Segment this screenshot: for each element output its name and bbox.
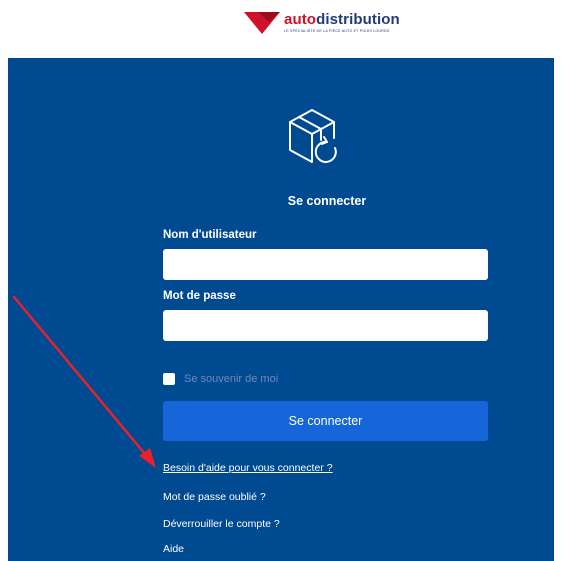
forgot-password-link[interactable]: Mot de passe oublié ? (163, 491, 266, 503)
remember-label: Se souvenir de moi (184, 373, 279, 385)
password-label: Mot de passe (163, 290, 236, 302)
header: autodistribution LE SPÉCIALISTE DE LA PI… (0, 0, 564, 58)
logo-wordmark-distribution: distribution (316, 11, 400, 28)
remember-checkbox[interactable] (163, 373, 175, 385)
login-title: Se connecter (287, 194, 367, 208)
box-return-icon (289, 109, 337, 163)
logo-tagline: LE SPÉCIALISTE DE LA PIÈCE AUTO ET POIDS… (284, 29, 390, 33)
logo-triangle-icon (244, 12, 280, 34)
password-input[interactable] (163, 310, 488, 341)
need-help-link[interactable]: Besoin d'aide pour vous connecter ? (163, 462, 333, 474)
login-button[interactable]: Se connecter (163, 401, 488, 441)
help-link[interactable]: Aide (163, 543, 184, 555)
logo-wordmark-auto: auto (284, 11, 317, 28)
autodistribution-logo[interactable]: autodistribution LE SPÉCIALISTE DE LA PI… (244, 10, 412, 40)
logo-wordmark: autodistribution (284, 10, 400, 30)
unlock-account-link[interactable]: Déverrouiller le compte ? (163, 518, 280, 530)
username-input[interactable] (163, 249, 488, 280)
username-label: Nom d'utilisateur (163, 229, 257, 241)
